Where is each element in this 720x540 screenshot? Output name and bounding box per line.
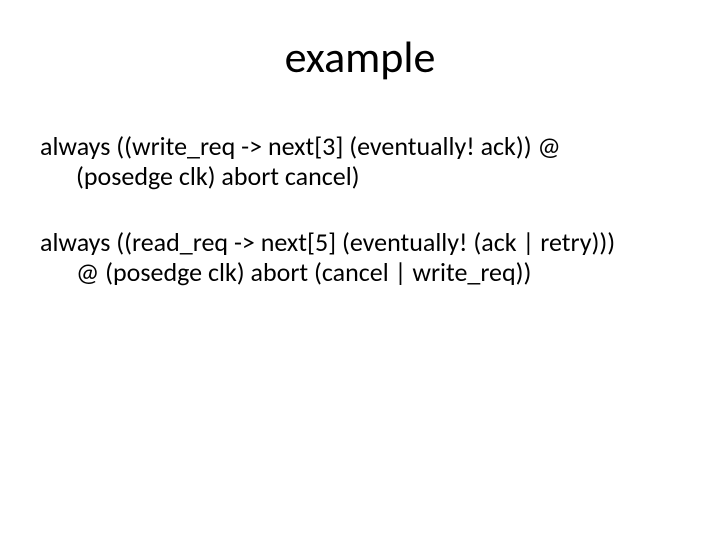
slide: example always ((write_req -> next[3] (e…	[0, 0, 720, 540]
assertion-2-line2: @ (posedge clk) abort (cancel | write_re…	[76, 258, 680, 288]
assertion-1-line2: (posedge clk) abort cancel)	[76, 162, 680, 192]
assertion-1: always ((write_req -> next[3] (eventuall…	[40, 132, 680, 192]
assertion-2: always ((read_req -> next[5] (eventually…	[40, 228, 680, 288]
slide-title: example	[40, 30, 680, 84]
assertion-2-line1: always ((read_req -> next[5] (eventually…	[40, 228, 680, 258]
assertion-1-line1: always ((write_req -> next[3] (eventuall…	[40, 132, 680, 162]
